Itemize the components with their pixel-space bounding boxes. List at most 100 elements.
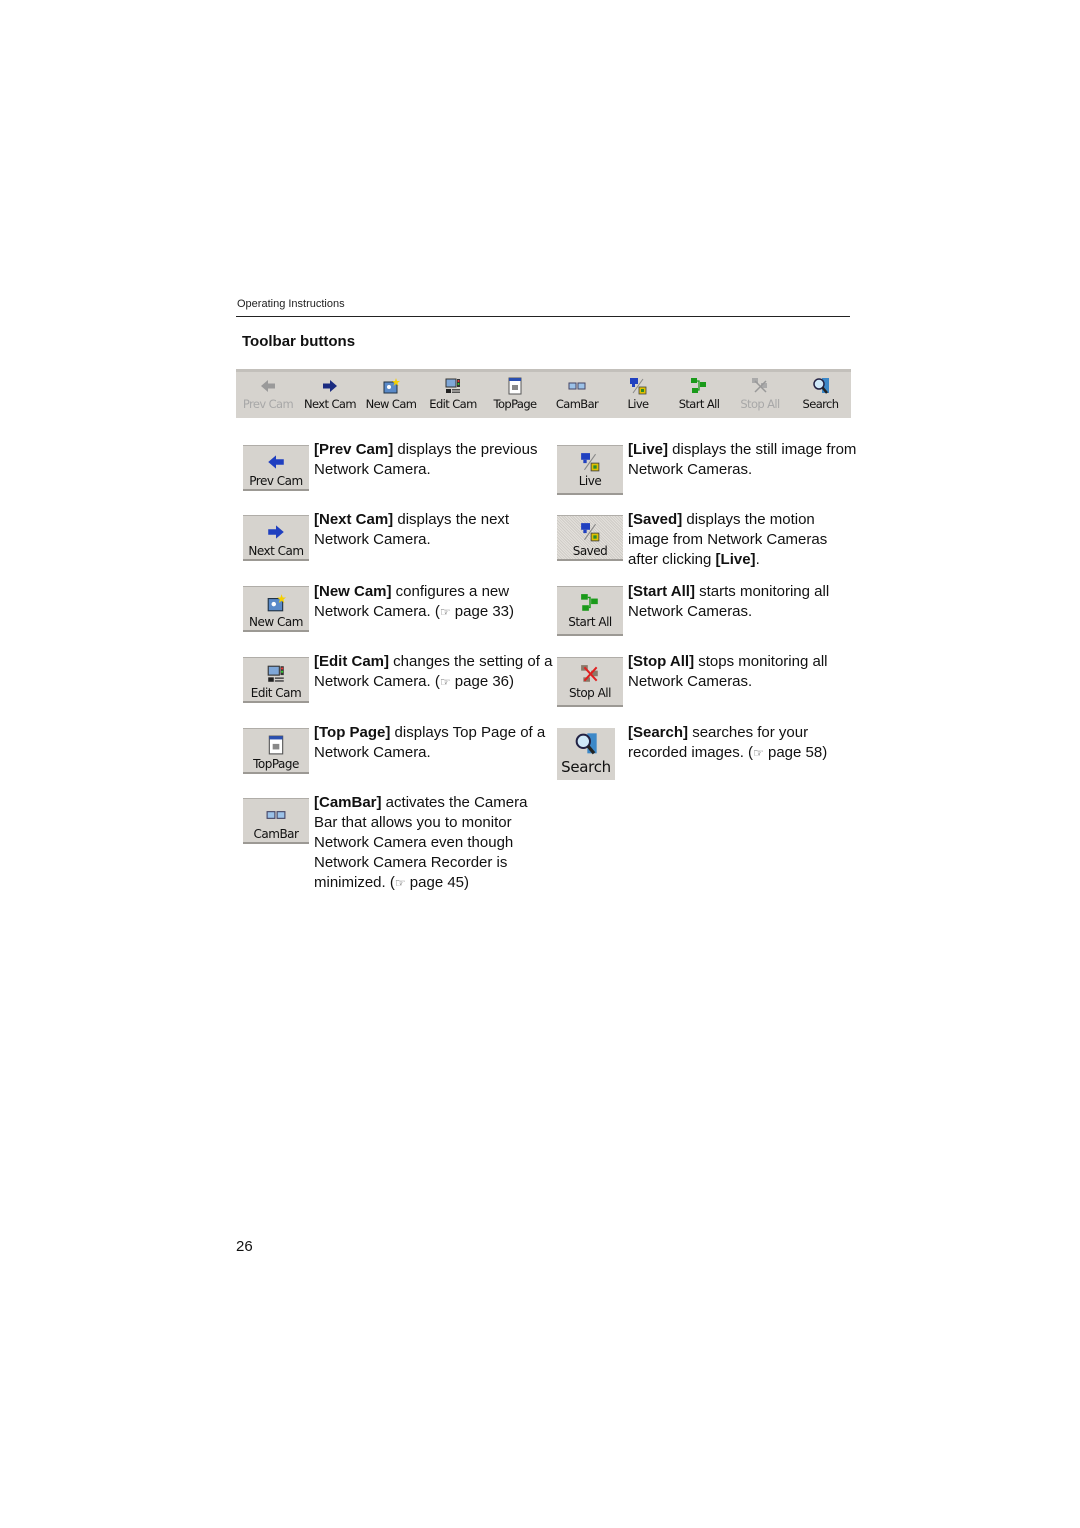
search-magnifier-icon (812, 378, 829, 394)
cambar-button-image: CamBar (243, 798, 309, 844)
left-arrow-icon (268, 455, 284, 469)
saved-camera-icon (581, 523, 600, 542)
top-page-button-image: TopPage (243, 728, 309, 774)
start-all-description: [Start All] starts monitoring all Networ… (628, 582, 853, 622)
toolbar: Prev Cam Next Cam New Cam Edit Cam TopPa… (236, 369, 851, 418)
toolbar-button-label: Search (802, 397, 840, 411)
right-arrow-icon (268, 525, 284, 539)
toolbar-prev-cam-button[interactable]: Prev Cam (236, 372, 300, 418)
right-arrow-icon (323, 380, 337, 392)
section-title: Toolbar buttons (242, 333, 356, 350)
pointing-hand-icon: ☞ (394, 876, 406, 890)
saved-button-image: Saved (557, 515, 623, 561)
entry-name: [Live] (628, 441, 669, 458)
page-reference: page 36) (454, 673, 515, 690)
page-reference: page 33) (454, 603, 515, 620)
pointing-hand-icon: ☞ (439, 675, 451, 689)
live-description: [Live] displays the still image from Net… (628, 440, 868, 480)
header-rule (236, 316, 850, 317)
stop-all-description: [Stop All] stops monitoring all Network … (628, 652, 853, 692)
entry-name: [Top Page] (314, 724, 391, 741)
entry-name: [CamBar] (314, 794, 382, 811)
button-image-label: Stop All (569, 686, 611, 700)
start-all-button-image: Start All (557, 586, 623, 636)
top-page-icon (508, 377, 522, 395)
button-image-label: TopPage (253, 757, 299, 771)
top-page-icon (268, 735, 284, 755)
entry-name: [Start All] (628, 583, 695, 600)
toolbar-edit-cam-button[interactable]: Edit Cam (422, 372, 484, 418)
edit-cam-description: [Edit Cam] changes the setting of a Netw… (314, 652, 554, 692)
edit-cam-button-image: Edit Cam (243, 657, 309, 703)
pointing-hand-icon: ☞ (439, 605, 451, 619)
toolbar-button-label: Prev Cam (242, 397, 294, 411)
search-description: [Search] searches for your recorded imag… (628, 723, 858, 763)
stop-all-icon (752, 378, 767, 393)
toolbar-button-label: New Cam (365, 397, 417, 411)
toolbar-button-label: Live (627, 397, 649, 411)
live-camera-icon (630, 378, 647, 395)
entry-name: [New Cam] (314, 583, 392, 600)
toolbar-top-page-button[interactable]: TopPage (484, 372, 546, 418)
button-image-label: Saved (572, 544, 608, 558)
new-camera-icon (383, 378, 400, 394)
entry-name: [Search] (628, 724, 689, 741)
edit-camera-icon (267, 665, 284, 682)
button-image-label: Search (561, 758, 611, 776)
new-camera-icon (267, 594, 286, 612)
entry-name: [Edit Cam] (314, 653, 389, 670)
page-number: 26 (236, 1238, 253, 1255)
toolbar-button-label: Start All (678, 397, 720, 411)
new-cam-description: [New Cam] configures a new Network Camer… (314, 582, 554, 622)
page-reference: page 45) (409, 874, 470, 891)
button-image-label: Prev Cam (249, 474, 303, 488)
cambar-icon (568, 382, 586, 390)
button-image-label: CamBar (253, 827, 299, 841)
prev-cam-button-image: Prev Cam (243, 445, 309, 491)
search-button-image: Search (557, 728, 615, 780)
toolbar-button-label: CamBar (555, 397, 599, 411)
page-reference: page 58) (768, 744, 828, 761)
toolbar-start-all-button[interactable]: Start All (668, 372, 730, 418)
live-button-image: Live (557, 445, 623, 495)
toolbar-live-button[interactable]: Live (608, 372, 668, 418)
saved-description: [Saved] displays the motion image from N… (628, 510, 853, 570)
entry-name: [Next Cam] (314, 511, 394, 528)
prev-cam-description: [Prev Cam] displays the previous Network… (314, 440, 554, 480)
toolbar-search-button[interactable]: Search (790, 372, 851, 418)
start-all-icon (691, 378, 706, 393)
entry-name: [Stop All] (628, 653, 695, 670)
cambar-icon (266, 811, 286, 819)
toolbar-button-label: Stop All (740, 397, 780, 411)
toolbar-cambar-button[interactable]: CamBar (546, 372, 608, 418)
button-image-label: Live (578, 474, 602, 488)
search-magnifier-icon (575, 733, 597, 755)
edit-camera-icon (445, 378, 460, 393)
stop-all-button-image: Stop All (557, 657, 623, 707)
entry-bold-tail: [Live] (715, 551, 756, 568)
entry-name: [Saved] (628, 511, 683, 528)
left-arrow-icon (261, 380, 275, 392)
toolbar-button-label: Edit Cam (429, 397, 477, 411)
toolbar-button-label: TopPage (493, 397, 537, 411)
toolbar-button-label: Next Cam (304, 397, 357, 411)
button-image-label: Edit Cam (250, 686, 302, 700)
top-page-description: [Top Page] displays Top Page of a Networ… (314, 723, 554, 763)
button-image-label: Start All (568, 615, 612, 629)
cambar-description: [CamBar] activates the Camera Bar that a… (314, 793, 550, 893)
button-image-label: Next Cam (248, 544, 304, 558)
toolbar-new-cam-button[interactable]: New Cam (360, 372, 422, 418)
next-cam-description: [Next Cam] displays the next Network Cam… (314, 510, 554, 550)
running-header: Operating Instructions (237, 298, 345, 310)
toolbar-stop-all-button[interactable]: Stop All (730, 372, 790, 418)
entry-tail: . (755, 551, 760, 568)
entry-name: [Prev Cam] (314, 441, 394, 458)
pointing-hand-icon: ☞ (753, 746, 764, 760)
stop-all-icon (581, 665, 598, 682)
start-all-icon (581, 594, 598, 611)
live-camera-icon (581, 453, 600, 472)
new-cam-button-image: New Cam (243, 586, 309, 632)
next-cam-button-image: Next Cam (243, 515, 309, 561)
toolbar-next-cam-button[interactable]: Next Cam (300, 372, 360, 418)
button-image-label: New Cam (249, 615, 303, 629)
